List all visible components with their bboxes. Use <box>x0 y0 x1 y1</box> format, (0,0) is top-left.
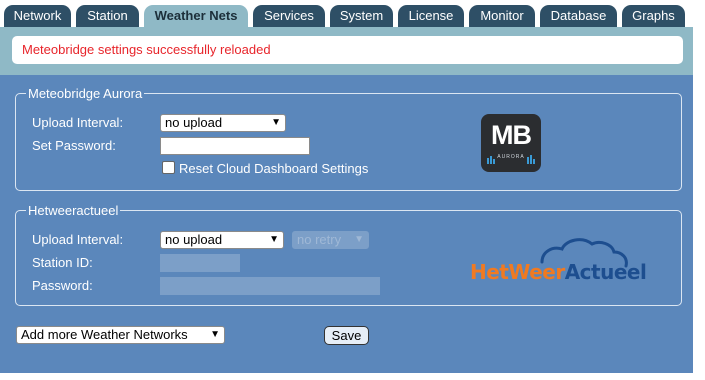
hwa-upload-interval-select[interactable]: no upload ▼ <box>160 231 284 249</box>
save-button[interactable]: Save <box>324 326 369 345</box>
tab-monitor[interactable]: Monitor <box>469 5 535 27</box>
tab-network[interactable]: Network <box>4 5 71 27</box>
logo-subtext: AURORA <box>497 154 525 160</box>
logo-text: MB <box>491 120 532 150</box>
status-message: Meteobridge settings successfully reload… <box>12 36 683 64</box>
tab-station[interactable]: Station <box>76 5 139 27</box>
hwa-retry-value: no retry <box>297 232 342 247</box>
right-margin <box>693 27 705 380</box>
tab-services[interactable]: Services <box>253 5 325 27</box>
tab-graphs[interactable]: Graphs <box>622 5 685 27</box>
chevron-down-icon: ▼ <box>210 329 220 340</box>
add-networks-value: Add more Weather Networks <box>21 327 188 342</box>
aurora-password-input[interactable] <box>160 137 310 155</box>
chevron-down-icon: ▼ <box>269 234 279 245</box>
aurora-upload-interval-select[interactable]: no upload ▼ <box>160 114 286 132</box>
tab-license[interactable]: License <box>398 5 464 27</box>
hwa-retry-select[interactable]: no retry ▼ <box>292 231 369 249</box>
tab-system[interactable]: System <box>330 5 393 27</box>
chevron-down-icon: ▼ <box>354 234 364 245</box>
hwa-password-label: Password: <box>32 278 93 293</box>
chevron-down-icon: ▼ <box>271 117 281 128</box>
tab-weather-nets[interactable]: Weather Nets <box>144 5 248 28</box>
logo-wordmark-part2: Actueel <box>564 260 647 284</box>
aurora-password-label: Set Password: <box>32 138 116 153</box>
aurora-legend: Meteobridge Aurora <box>28 86 143 101</box>
hetweeractueel-logo: HetWeerActueel <box>470 236 665 286</box>
add-networks-select[interactable]: Add more Weather Networks ▼ <box>16 326 225 344</box>
reset-dashboard-checkbox[interactable] <box>162 161 175 174</box>
logo-wordmark-part1: HetWeer <box>470 260 565 284</box>
aurora-upload-interval-value: no upload <box>165 115 223 130</box>
status-band: Meteobridge settings successfully reload… <box>0 27 705 75</box>
reset-dashboard-label: Reset Cloud Dashboard Settings <box>179 161 369 176</box>
hetweeractueel-legend: Hetweeractueel <box>28 203 119 218</box>
tab-bar: Network Station Weather Nets Services Sy… <box>0 0 705 28</box>
hwa-station-id-input[interactable] <box>160 254 240 272</box>
hwa-station-id-label: Station ID: <box>32 255 93 270</box>
hwa-upload-interval-value: no upload <box>165 232 223 247</box>
hwa-password-input[interactable] <box>160 277 380 295</box>
aurora-upload-interval-label: Upload Interval: <box>32 115 124 130</box>
logo-wordmark: HetWeerActueel <box>470 260 647 284</box>
tab-database[interactable]: Database <box>540 5 617 27</box>
hwa-upload-interval-label: Upload Interval: <box>32 232 124 247</box>
meteobridge-aurora-logo: MB AURORA <box>481 114 541 172</box>
